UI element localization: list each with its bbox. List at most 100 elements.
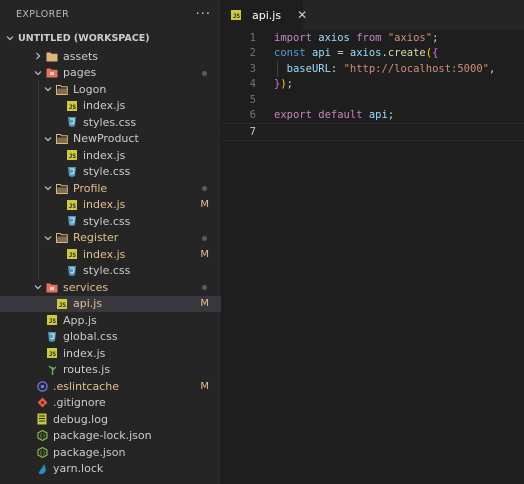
code-token: api [311,47,331,60]
indent-guide [38,180,39,197]
css-file-icon [46,331,58,343]
file-index-js[interactable]: JS index.js M [0,196,221,213]
tree-item-label: index.js [83,198,126,212]
folder-profile[interactable]: Profile [0,180,221,197]
file-api-js[interactable]: JS api.js M [0,295,221,312]
code-line[interactable]: 5 [222,92,524,108]
tab-api-js[interactable]: JS api.js ✕ [222,0,307,30]
vscode-window: EXPLORER ··· UNTITLED (WORKSPACE) assets… [0,0,524,484]
code-line[interactable]: 3 baseURL: "http://localhost:5000", [222,61,524,77]
folder-services[interactable]: services [0,279,221,296]
file-routes-js[interactable]: routes.js [0,362,221,379]
code-token: { [432,47,439,60]
chevron-down-icon [42,133,54,145]
svg-text:{}: {} [39,434,45,440]
file-index-js[interactable]: JS index.js [0,345,221,362]
indent-guide [38,213,39,230]
chevron-down-icon [32,281,44,293]
js-file-icon: JS [230,9,242,21]
js-file-icon: JS [46,314,58,326]
line-number: 3 [249,62,256,75]
folder-logon[interactable]: Logon [0,81,221,98]
file-index-js[interactable]: JS index.js [0,97,221,114]
explorer-sidebar: EXPLORER ··· UNTITLED (WORKSPACE) assets… [0,0,222,484]
workspace-header[interactable]: UNTITLED (WORKSPACE) [0,28,221,48]
changes-dot-icon [202,70,207,76]
file-gitignore[interactable]: .gitignore [0,395,221,412]
tree-item-label: package.json [53,445,126,459]
code-text: import axios from "axios"; [274,32,438,44]
js-file-icon: JS [56,298,68,310]
tree-item-label: style.css [83,264,131,278]
file-style-css[interactable]: style.css [0,213,221,230]
tree-item-label: package-lock.json [53,429,152,443]
folder-icon [56,83,68,95]
file-app-js[interactable]: JS App.js [0,312,221,329]
file-yarn-lock[interactable]: yarn.lock [0,461,221,478]
code-token: , [488,62,496,75]
folder-special-icon [46,281,58,293]
tree-item-label: yarn.lock [53,462,104,476]
code-line[interactable]: 4}); [222,77,524,93]
changes-dot-icon [202,285,207,290]
eslint-file-icon [36,380,48,392]
code-token: const [274,47,306,60]
code-line[interactable]: 2 const api = axios.create({ [222,46,524,62]
tab-label: api.js [252,8,282,22]
js-file-icon: JS [46,347,58,359]
indent-guide [38,81,39,98]
tree-item-label: index.js [83,247,126,261]
indent-guide [277,61,278,77]
tree-item-label: api.js [73,297,103,311]
git-file-icon [36,397,48,409]
code-text: export default api; [274,109,394,121]
css-file-icon [66,166,78,178]
code-line[interactable]: 1 import axios from "axios"; [222,30,524,46]
folder-pages[interactable]: pages [0,65,221,82]
file-index-js[interactable]: JS index.js [0,147,221,164]
file-debug-log[interactable]: debug.log [0,411,221,428]
code-token: axios [318,31,350,44]
chevron-down-icon [42,232,54,244]
code-line[interactable]: 7 [222,123,524,141]
close-icon[interactable]: ✕ [297,8,307,22]
code-editor[interactable]: 1 import axios from "axios"; 2 const api = … [222,30,524,141]
indent-guide [38,246,39,263]
folder-register[interactable]: Register [0,229,221,246]
file-style-css[interactable]: style.css [0,262,221,279]
code-token: from [356,31,382,44]
folder-newproduct[interactable]: NewProduct [0,130,221,147]
file-tree: assets pages Logon JS index.js styles.css NewP… [0,48,221,477]
tree-item-label: pages [63,66,97,80]
code-line[interactable]: 6 export default api; [222,108,524,124]
line-number: 6 [249,109,256,122]
folder-assets[interactable]: assets [0,48,221,65]
chevron-down-icon [42,182,54,194]
tree-item-label: Register [73,231,119,245]
chevron-down-icon [4,32,16,44]
routes-file-icon [46,364,58,376]
npm-json-icon: {} [36,430,48,442]
file-eslintcache[interactable]: .eslintcache M [0,378,221,395]
tree-item-label: .gitignore [53,396,106,410]
code-text: baseURL: "http://localhost:5000", [274,62,496,75]
tree-item-label: index.js [83,99,126,113]
changes-dot-icon [202,186,207,191]
npm-json-icon: {} [36,446,48,458]
file-global-css[interactable]: global.css [0,329,221,346]
file-index-js[interactable]: JS index.js M [0,246,221,263]
tree-item-label: debug.log [53,412,108,426]
explorer-title: EXPLORER [16,8,70,20]
file-package-json[interactable]: {} package.json [0,444,221,461]
indent-guide [38,229,39,246]
file-styles-css[interactable]: styles.css [0,114,221,131]
file-style-css[interactable]: style.css [0,163,221,180]
js-file-icon: JS [66,248,78,260]
code-token: import [274,31,312,44]
more-actions-icon[interactable]: ··· [196,7,211,22]
tree-item-label: index.js [63,346,106,360]
file-package-lock-json[interactable]: {} package-lock.json [0,428,221,445]
css-file-icon [66,215,78,227]
folder-icon [56,182,68,194]
log-file-icon [36,413,48,425]
